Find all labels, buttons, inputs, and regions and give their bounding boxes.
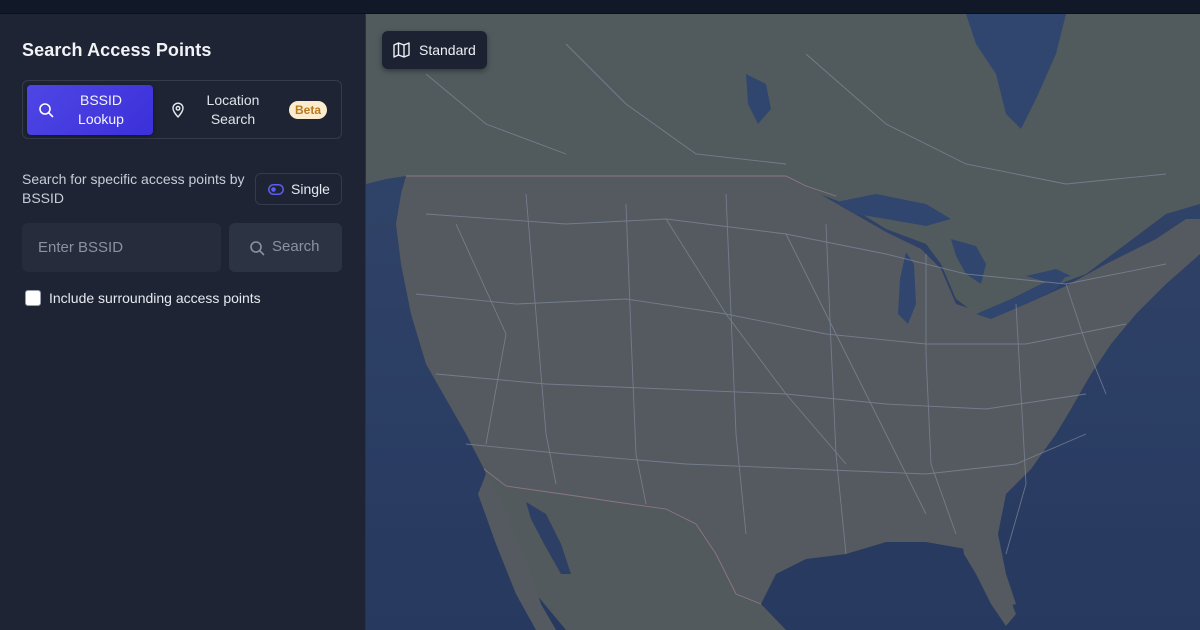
map-style-label: Standard	[419, 42, 476, 58]
bssid-input[interactable]	[22, 223, 221, 272]
search-button[interactable]: Search	[229, 223, 342, 272]
map-style-button[interactable]: Standard	[382, 31, 487, 69]
include-surrounding-checkbox[interactable]	[25, 290, 41, 306]
map-basemap	[366, 14, 1200, 630]
bssid-lookup-tab[interactable]: BSSID Lookup	[27, 85, 153, 135]
page-title: Search Access Points	[22, 40, 212, 60]
location-search-label: Location Search	[206, 92, 260, 127]
search-icon	[39, 103, 54, 118]
search-sidebar: Search Access Points BSSID Lookup Locati…	[0, 14, 366, 630]
top-bar	[0, 0, 1200, 14]
include-surrounding-label: Include surrounding access points	[49, 290, 261, 306]
toggle-icon	[268, 184, 284, 195]
single-mode-label: Single	[291, 181, 330, 197]
map-pin-icon	[172, 102, 184, 118]
search-description: Search for specific access points by BSS…	[22, 171, 245, 206]
map-view[interactable]: Standard	[366, 14, 1200, 630]
location-search-tab[interactable]: Location Search Beta	[159, 85, 339, 135]
single-mode-toggle[interactable]: Single	[255, 173, 342, 205]
map-icon	[393, 42, 410, 58]
search-mode-toggle: BSSID Lookup Location Search Beta	[22, 80, 342, 139]
search-button-label: Search	[272, 238, 320, 255]
bssid-lookup-label: BSSID Lookup	[78, 92, 124, 127]
beta-badge: Beta	[289, 101, 328, 119]
search-icon	[250, 241, 265, 256]
